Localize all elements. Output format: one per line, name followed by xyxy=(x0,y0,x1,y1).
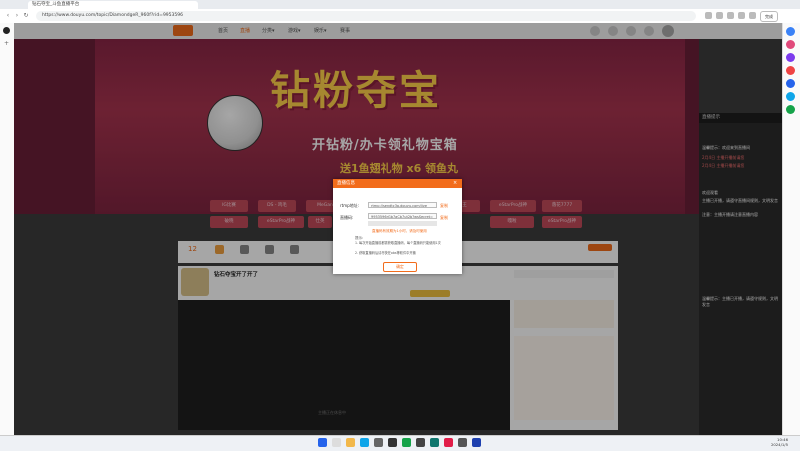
live-info-dialog xyxy=(333,179,462,274)
app-icon[interactable] xyxy=(458,438,467,447)
rtmp-field[interactable]: rtmp://sendtc3a.douyu.com/live xyxy=(368,202,437,208)
app-icon[interactable] xyxy=(444,438,453,447)
refresh-icon[interactable]: ↻ xyxy=(22,11,30,21)
office-icon[interactable] xyxy=(786,79,795,88)
extension-icon[interactable] xyxy=(716,12,723,19)
app-icon[interactable] xyxy=(416,438,425,447)
forward-icon[interactable]: › xyxy=(13,11,21,21)
app-icon[interactable] xyxy=(388,438,397,447)
favorites-icon[interactable] xyxy=(727,12,734,19)
edge-icon[interactable] xyxy=(360,438,369,447)
rtmp-label: rtmp地址: xyxy=(340,203,359,208)
profile-icon[interactable] xyxy=(749,12,756,19)
start-icon[interactable] xyxy=(318,438,327,447)
stream-code-field[interactable]: 9953596rGb7aCb7ut2b?wsSecret= xyxy=(368,213,437,219)
stream-code-label: 直播码: xyxy=(340,215,354,220)
tiktok-icon[interactable] xyxy=(3,27,10,34)
tip-item: 1. 每次开始直播前都需获取直播码，每个直播码只能使用1次 xyxy=(355,241,441,245)
app-icon[interactable] xyxy=(402,438,411,447)
close-icon[interactable]: × xyxy=(453,180,457,187)
file-explorer-icon[interactable] xyxy=(346,438,355,447)
copy-code-button[interactable]: 复制 xyxy=(440,215,448,221)
extension-icon[interactable] xyxy=(705,12,712,19)
app-icon[interactable] xyxy=(786,105,795,114)
browser-tab[interactable]: 钻石夺宝_斗鱼直播平台 xyxy=(28,1,198,9)
app-icon[interactable] xyxy=(430,438,439,447)
collections-icon[interactable] xyxy=(738,12,745,19)
shopping-icon[interactable] xyxy=(786,40,795,49)
edit-button[interactable]: 完成 xyxy=(760,11,778,22)
left-sidebar xyxy=(0,23,15,435)
captcha-bar[interactable] xyxy=(368,221,437,226)
system-clock[interactable]: 10:46 2024/1/5 xyxy=(760,437,788,447)
outlook-icon[interactable] xyxy=(786,92,795,101)
games-icon[interactable] xyxy=(786,66,795,75)
taskbar xyxy=(0,435,800,451)
copy-rtmp-button[interactable]: 复制 xyxy=(440,203,448,209)
tools-icon[interactable] xyxy=(786,53,795,62)
search-icon[interactable] xyxy=(786,27,795,36)
app-icon[interactable] xyxy=(374,438,383,447)
add-icon[interactable]: + xyxy=(4,40,9,47)
app-icon[interactable] xyxy=(472,438,481,447)
tip-item: 2. 获取直播码后请尽快在obs等软件中开播 xyxy=(355,251,416,255)
validity-note: 直播码有效期为1小时，请及时使用 xyxy=(372,229,427,233)
clock-date: 2024/1/5 xyxy=(770,442,788,447)
address-bar[interactable]: https://www.douyu.com/topic/DiamondgeR_9… xyxy=(36,11,696,21)
dialog-title: 直播信息 xyxy=(337,181,355,186)
back-icon[interactable]: ‹ xyxy=(4,11,12,21)
search-icon[interactable] xyxy=(332,438,341,447)
ok-button[interactable]: 确定 xyxy=(383,262,417,272)
